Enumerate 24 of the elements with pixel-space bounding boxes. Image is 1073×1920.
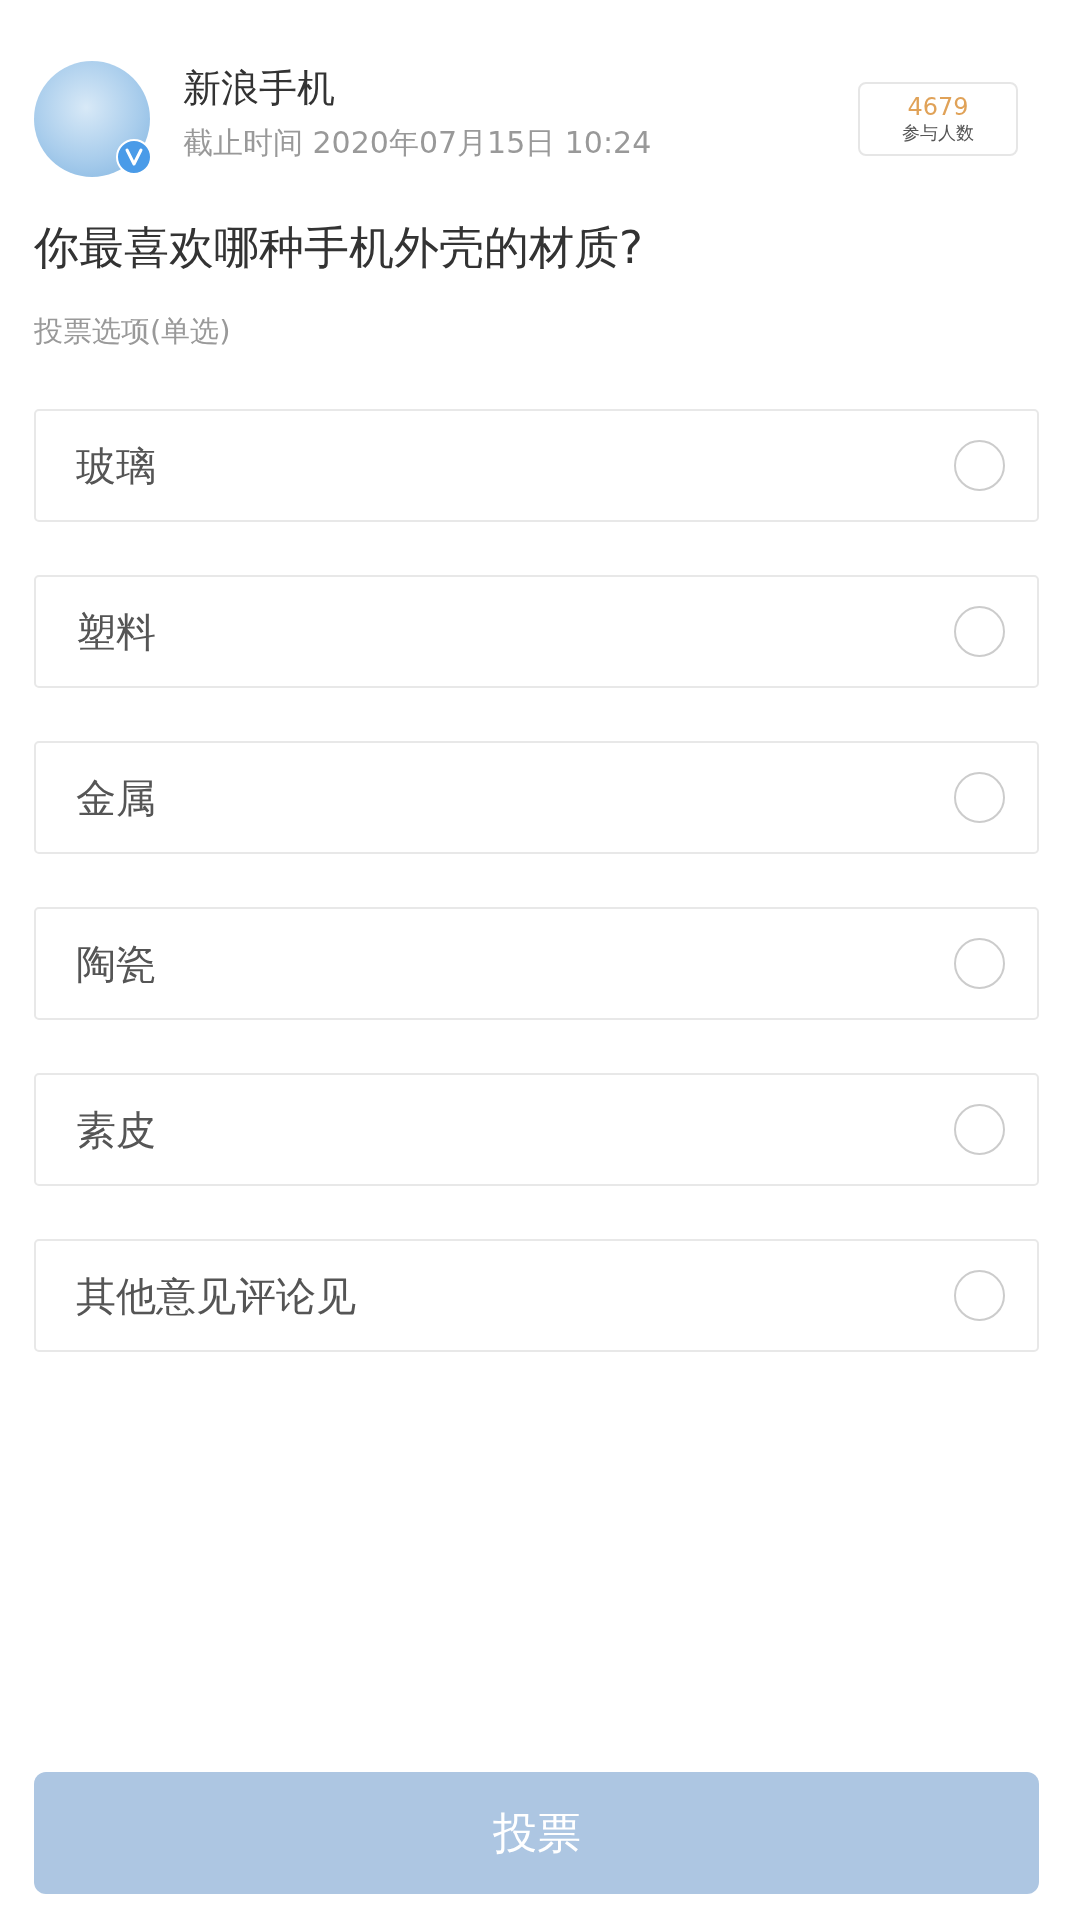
option-label: 玻璃 — [76, 441, 156, 491]
option-label: 其他意见评论见 — [76, 1271, 356, 1321]
poll-option[interactable]: 塑料 — [34, 575, 1039, 688]
option-label: 陶瓷 — [76, 939, 156, 989]
participants-label: 参与人数 — [902, 121, 974, 145]
radio-button[interactable] — [954, 1104, 1005, 1155]
poll-question: 你最喜欢哪种手机外壳的材质? — [34, 220, 643, 276]
radio-button[interactable] — [954, 440, 1005, 491]
radio-button[interactable] — [954, 938, 1005, 989]
poll-option[interactable]: 玻璃 — [34, 409, 1039, 522]
account-name[interactable]: 新浪手机 — [183, 65, 335, 111]
options-label: 投票选项(单选) — [34, 313, 231, 350]
option-label: 金属 — [76, 773, 156, 823]
option-label: 塑料 — [76, 607, 156, 657]
deadline-text: 截止时间 2020年07月15日 10:24 — [183, 124, 652, 162]
participants-count: 4679 — [907, 93, 969, 121]
poll-option[interactable]: 其他意见评论见 — [34, 1239, 1039, 1352]
radio-button[interactable] — [954, 606, 1005, 657]
poll-option[interactable]: 金属 — [34, 741, 1039, 854]
radio-button[interactable] — [954, 1270, 1005, 1321]
option-label: 素皮 — [76, 1105, 156, 1155]
poll-option[interactable]: 素皮 — [34, 1073, 1039, 1186]
radio-button[interactable] — [954, 772, 1005, 823]
poll-option[interactable]: 陶瓷 — [34, 907, 1039, 1020]
